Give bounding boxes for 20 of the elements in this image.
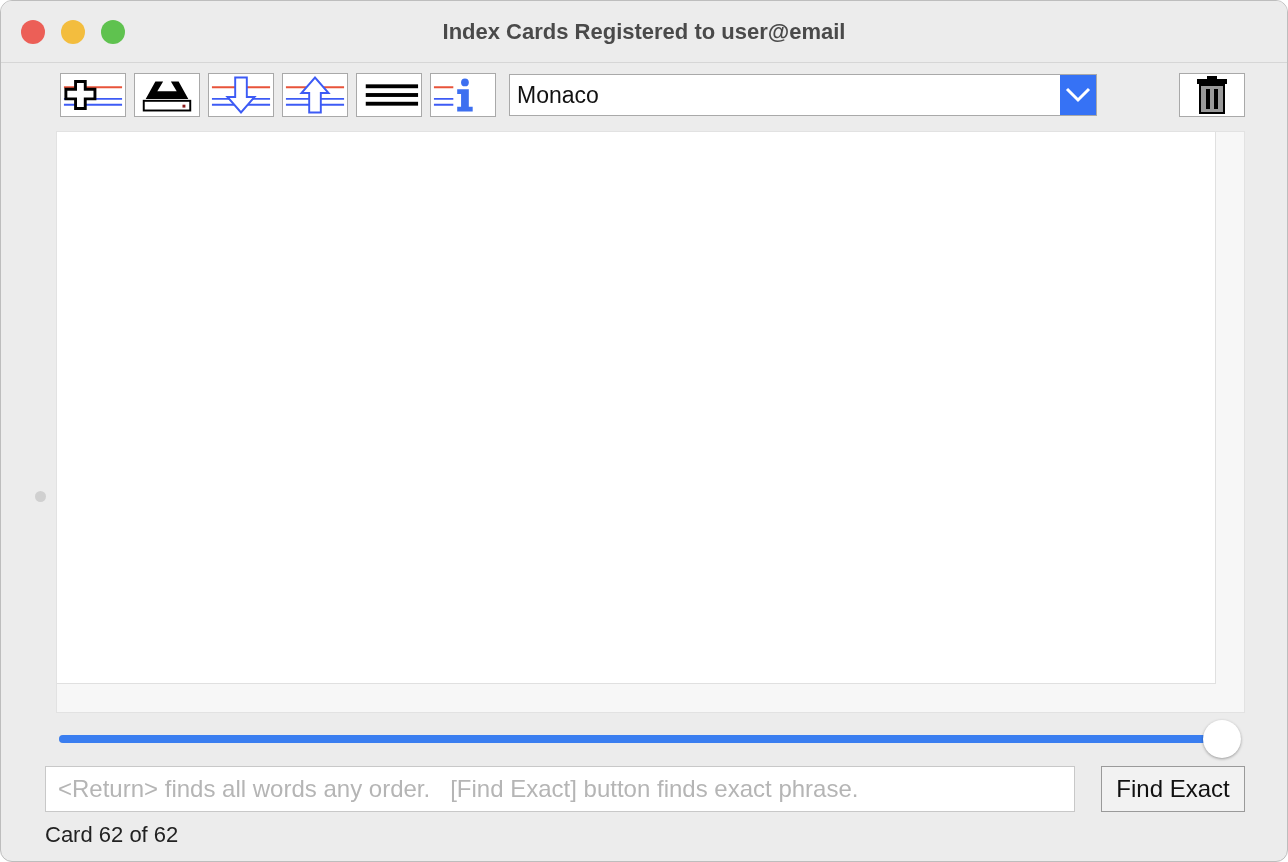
chevron-down-icon — [1065, 87, 1091, 103]
down-arrow-icon — [210, 75, 272, 115]
move-down-button[interactable] — [208, 73, 274, 117]
delete-button[interactable] — [1179, 73, 1245, 117]
inbox-button[interactable] — [134, 73, 200, 117]
slider-thumb[interactable] — [1203, 720, 1241, 758]
trash-icon — [1194, 76, 1230, 114]
move-up-button[interactable] — [282, 73, 348, 117]
splitter-handle-icon[interactable] — [35, 491, 46, 502]
find-exact-button[interactable]: Find Exact — [1101, 766, 1245, 812]
window-title: Index Cards Registered to user@email — [442, 18, 846, 45]
font-dropdown[interactable]: Monaco — [509, 74, 1097, 116]
card-count: Card 62 of 62 — [45, 822, 180, 848]
close-icon[interactable] — [21, 19, 45, 44]
new-card-button[interactable] — [60, 73, 126, 117]
up-arrow-icon — [284, 75, 346, 115]
info-button[interactable] — [430, 73, 496, 117]
menu-button[interactable] — [356, 73, 422, 117]
card-slider[interactable] — [59, 720, 1241, 758]
search-field[interactable]: <Return> finds all words any order. [Find Exact] button finds exact phrase. — [45, 766, 1075, 812]
